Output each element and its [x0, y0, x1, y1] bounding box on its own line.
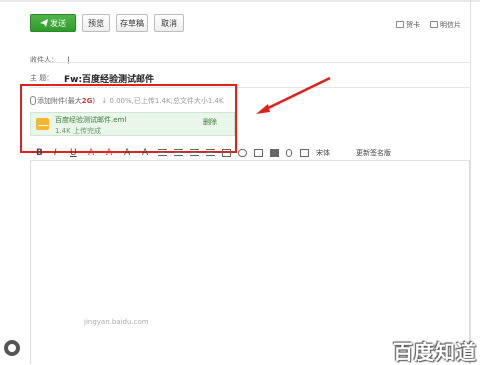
- image-icon[interactable]: [254, 149, 263, 157]
- compose-toolbar: 发送 预览 存草稿 取消 贺卡 明信片: [0, 8, 480, 34]
- bg-color-button[interactable]: A: [106, 146, 112, 160]
- subject-label: 主 题：: [30, 74, 54, 82]
- table-icon[interactable]: [270, 149, 279, 157]
- recipient-divider: [30, 62, 470, 63]
- align-left-icon[interactable]: [158, 149, 167, 157]
- recipient-row: 收件人： |: [30, 47, 470, 64]
- cancel-button[interactable]: 取消: [154, 14, 184, 32]
- baidu-watermark: 百度知道: [393, 340, 477, 364]
- microphone-icon[interactable]: [286, 149, 292, 157]
- format-toolbar: B I U A A A A 宋体 更新签名版: [30, 146, 470, 160]
- emoji-icon[interactable]: [238, 149, 247, 157]
- right-divider: [470, 0, 471, 364]
- send-label: 发送: [50, 19, 66, 28]
- greeting-card-link[interactable]: 贺卡: [396, 20, 420, 30]
- watermark-logo-icon: [4, 340, 20, 356]
- greeting-card-label: 贺卡: [406, 21, 420, 29]
- font-color-button[interactable]: A: [88, 146, 94, 160]
- italic-button[interactable]: I: [54, 146, 57, 160]
- screenshot-icon[interactable]: [300, 149, 309, 157]
- save-draft-button[interactable]: 存草稿: [116, 14, 148, 32]
- message-body-editor[interactable]: [30, 160, 470, 364]
- highlight-box: [20, 84, 237, 153]
- align-center-icon[interactable]: [174, 149, 183, 157]
- postcard-label: 明信片: [440, 21, 461, 29]
- list-icon[interactable]: [206, 149, 215, 157]
- paper-plane-icon: [40, 16, 48, 27]
- font-size-button[interactable]: A: [124, 146, 130, 160]
- send-button[interactable]: 发送: [30, 14, 76, 32]
- card-icon: [396, 21, 404, 28]
- font-family-select[interactable]: 宋体: [316, 146, 330, 160]
- bold-button[interactable]: B: [36, 146, 43, 160]
- postcard-link[interactable]: 明信片: [430, 20, 461, 30]
- clear-format-button[interactable]: A: [142, 146, 148, 160]
- watermark-url: jingyan.baidu.com: [84, 318, 149, 326]
- underline-button[interactable]: U: [70, 146, 77, 160]
- annotation-arrow: [256, 76, 331, 114]
- signature-link[interactable]: 更新签名版: [356, 146, 391, 160]
- preview-button[interactable]: 预览: [82, 14, 110, 32]
- link-icon[interactable]: [222, 149, 231, 157]
- postcard-icon: [430, 21, 438, 28]
- top-divider: [0, 0, 480, 2]
- indent-icon[interactable]: [190, 149, 199, 157]
